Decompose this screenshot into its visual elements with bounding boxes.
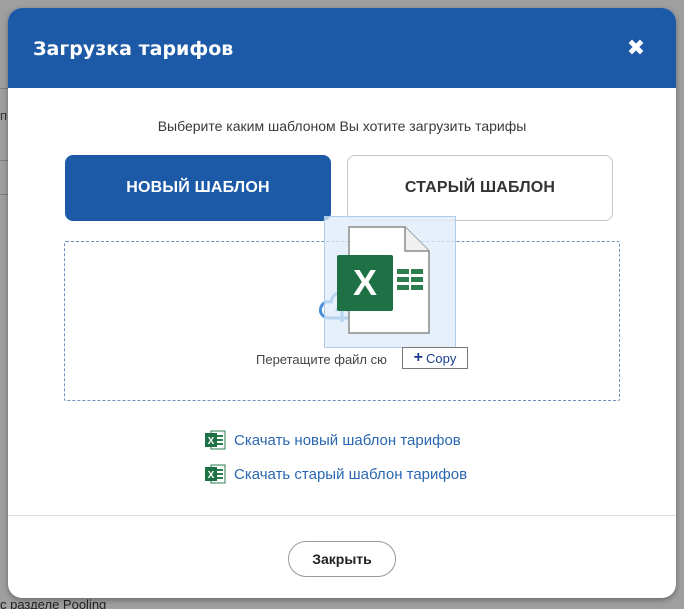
modal-title: Загрузка тарифов bbox=[33, 38, 234, 60]
download-old-template-label[interactable]: Скачать старый шаблон тарифов bbox=[234, 466, 467, 483]
drag-preview: X bbox=[324, 216, 456, 348]
svg-text:X: X bbox=[208, 436, 215, 447]
copy-label: Copy bbox=[425, 350, 457, 366]
screen: п с разделе Pooling Загрузка тарифов ✖ В… bbox=[0, 0, 684, 609]
download-old-template-link[interactable]: X Скачать старый шаблон тарифов bbox=[204, 463, 467, 485]
excel-icon: X bbox=[205, 464, 226, 484]
plus-icon: + bbox=[413, 349, 423, 366]
close-button[interactable]: Закрыть bbox=[288, 541, 396, 577]
template-prompt: Выберите каким шаблоном Вы хотите загруз… bbox=[157, 118, 527, 134]
svg-text:X: X bbox=[208, 470, 215, 481]
upload-tariffs-modal: Загрузка тарифов ✖ Выберите каким шаблон… bbox=[8, 8, 676, 598]
footer-divider bbox=[8, 515, 676, 516]
excel-file-icon: X bbox=[337, 226, 430, 334]
dropzone-text: Перетащите файл сю bbox=[256, 352, 387, 367]
old-template-button[interactable]: СТАРЫЙ ШАБЛОН bbox=[347, 155, 613, 221]
svg-text:X: X bbox=[353, 262, 377, 303]
download-new-template-link[interactable]: X Скачать новый шаблон тарифов bbox=[204, 429, 461, 451]
new-template-button[interactable]: НОВЫЙ ШАБЛОН bbox=[65, 155, 331, 221]
download-new-template-label[interactable]: Скачать новый шаблон тарифов bbox=[234, 432, 461, 449]
drag-copy-badge: + Copy bbox=[402, 347, 468, 369]
modal-header: Загрузка тарифов ✖ bbox=[8, 8, 676, 88]
excel-icon: X bbox=[205, 430, 226, 450]
close-icon[interactable]: ✖ bbox=[624, 36, 648, 60]
